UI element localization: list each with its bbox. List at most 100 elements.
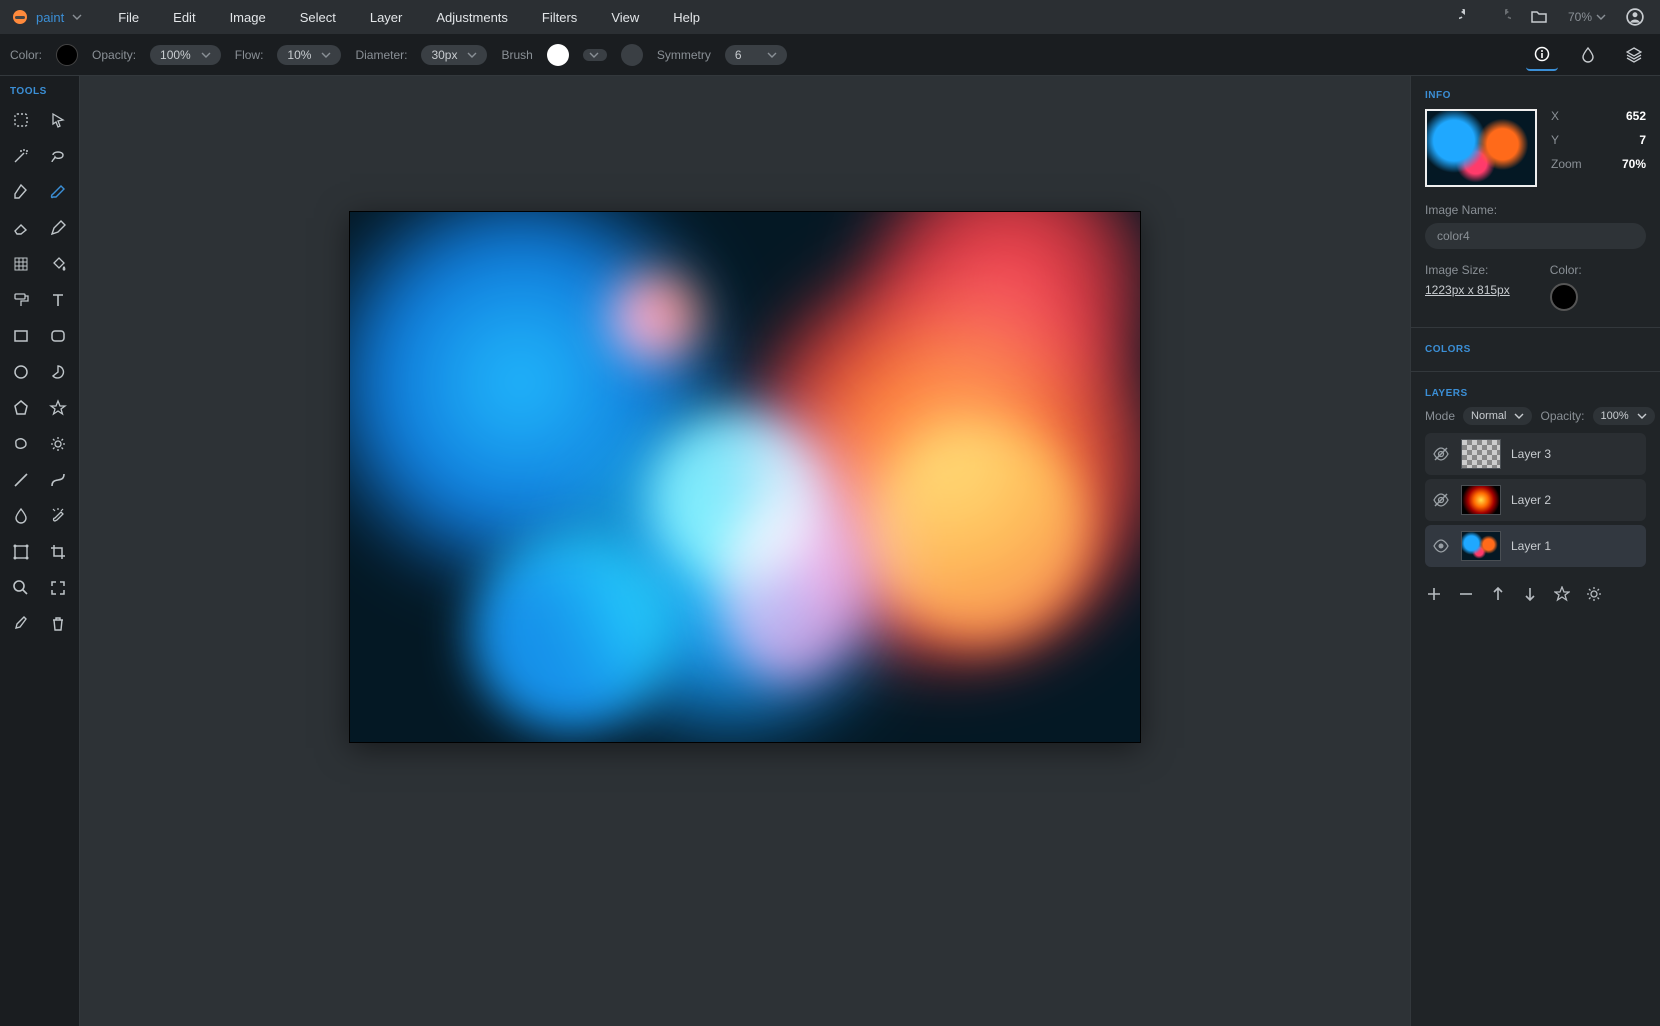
pie-icon	[49, 363, 67, 381]
brush-dropdown[interactable]	[583, 49, 607, 61]
layer-settings-button[interactable]	[1585, 585, 1603, 603]
tool-move[interactable]	[43, 105, 73, 135]
menu-image[interactable]: Image	[216, 6, 280, 29]
layer-visibility-toggle[interactable]	[1433, 446, 1451, 462]
tool-pencil[interactable]	[43, 213, 73, 243]
tools-panel: TOOLS	[0, 76, 80, 1026]
options-bar: Color: Opacity: 100% Flow: 10% Diameter:…	[0, 34, 1660, 76]
image-size-link[interactable]: 1223px x 815px	[1425, 283, 1510, 297]
current-color-swatch[interactable]	[1550, 283, 1578, 311]
tool-pie[interactable]	[43, 357, 73, 387]
menu-filters[interactable]: Filters	[528, 6, 591, 29]
layer-opacity-value: 100%	[1601, 410, 1629, 422]
tool-polygon[interactable]	[6, 393, 36, 423]
opacity-dropdown[interactable]: 100%	[150, 45, 221, 65]
zoom-dropdown[interactable]: 70%	[1560, 8, 1614, 26]
navigator-thumbnail[interactable]	[1425, 109, 1537, 187]
info-x-label: X	[1551, 109, 1622, 123]
tool-pen[interactable]	[6, 177, 36, 207]
tool-fullscreen[interactable]	[43, 573, 73, 603]
opt-symmetry-label: Symmetry	[657, 48, 711, 62]
tool-ellipse[interactable]	[6, 357, 36, 387]
menu-select[interactable]: Select	[286, 6, 350, 29]
layer-opacity-label: Opacity:	[1540, 409, 1584, 423]
app-dropdown-button[interactable]	[72, 14, 82, 20]
tool-blob[interactable]	[6, 429, 36, 459]
layer-thumbnail	[1461, 531, 1501, 561]
info-y-label: Y	[1551, 133, 1622, 147]
layer-row[interactable]: Layer 3	[1425, 433, 1646, 475]
tools-title: TOOLS	[10, 86, 73, 97]
tool-bucket[interactable]	[43, 249, 73, 279]
layer-opacity-dropdown[interactable]: 100%	[1593, 407, 1655, 425]
tool-zoom[interactable]	[6, 573, 36, 603]
tool-eraser[interactable]	[6, 213, 36, 243]
blend-mode-dropdown[interactable]: Normal	[1463, 407, 1532, 425]
redo-button[interactable]	[1488, 2, 1518, 32]
undo-button[interactable]	[1452, 2, 1482, 32]
open-button[interactable]	[1524, 2, 1554, 32]
account-button[interactable]	[1620, 2, 1650, 32]
app-name: paint	[36, 10, 64, 25]
tool-smudge[interactable]	[43, 501, 73, 531]
curve-icon	[49, 471, 67, 489]
panel-info-tab[interactable]	[1526, 39, 1558, 71]
diameter-dropdown[interactable]: 30px	[421, 45, 487, 65]
chevron-down-icon	[589, 52, 599, 58]
canvas-stage[interactable]	[80, 76, 1410, 1026]
panel-color-tab[interactable]	[1572, 39, 1604, 71]
tool-paint-roller[interactable]	[6, 285, 36, 315]
tool-rect-shape[interactable]	[6, 321, 36, 351]
layer-visibility-toggle[interactable]	[1433, 492, 1451, 508]
tool-rounded-rect[interactable]	[43, 321, 73, 351]
symmetry-dropdown[interactable]: 6	[725, 45, 787, 65]
symmetry-value: 6	[735, 48, 742, 62]
chevron-down-icon	[767, 52, 777, 58]
image-name-input[interactable]	[1425, 223, 1646, 249]
foreground-color-swatch[interactable]	[56, 44, 78, 66]
panel-layers-tab[interactable]	[1618, 39, 1650, 71]
menu-edit[interactable]: Edit	[159, 6, 209, 29]
menu-file[interactable]: File	[104, 6, 153, 29]
tool-line[interactable]	[6, 465, 36, 495]
layer-visibility-toggle[interactable]	[1433, 538, 1451, 554]
flow-dropdown[interactable]: 10%	[277, 45, 341, 65]
layer-move-down-button[interactable]	[1521, 585, 1539, 603]
layer-row[interactable]: Layer 2	[1425, 479, 1646, 521]
tool-transform[interactable]	[6, 537, 36, 567]
layer-name: Layer 1	[1511, 539, 1551, 553]
tool-crop[interactable]	[43, 537, 73, 567]
chevron-down-icon	[1514, 413, 1524, 419]
tool-lasso[interactable]	[43, 141, 73, 171]
canvas[interactable]	[350, 212, 1140, 742]
menu-adjustments[interactable]: Adjustments	[422, 6, 522, 29]
chevron-down-icon	[1637, 413, 1647, 419]
tool-curve[interactable]	[43, 465, 73, 495]
blob-icon	[12, 435, 30, 453]
colors-section-title[interactable]: COLORS	[1425, 344, 1646, 355]
tool-trash[interactable]	[43, 609, 73, 639]
tool-pattern[interactable]	[6, 249, 36, 279]
layer-row[interactable]: Layer 1	[1425, 525, 1646, 567]
rect-shape-icon	[12, 327, 30, 345]
brush-preview-swatch[interactable]	[547, 44, 569, 66]
trash-icon	[49, 615, 67, 633]
layer-favorite-button[interactable]	[1553, 585, 1571, 603]
tool-magic-wand[interactable]	[6, 141, 36, 171]
layer-delete-button[interactable]	[1457, 585, 1475, 603]
tool-select-rect[interactable]	[6, 105, 36, 135]
tool-blur[interactable]	[6, 501, 36, 531]
layer-move-up-button[interactable]	[1489, 585, 1507, 603]
tool-brush[interactable]	[43, 177, 73, 207]
layer-add-button[interactable]	[1425, 585, 1443, 603]
tool-gear[interactable]	[43, 429, 73, 459]
menu-view[interactable]: View	[597, 6, 653, 29]
tool-text[interactable]	[43, 285, 73, 315]
opt-diameter-label: Diameter:	[355, 48, 407, 62]
menu-layer[interactable]: Layer	[356, 6, 417, 29]
tool-eyedropper[interactable]	[6, 609, 36, 639]
tool-star[interactable]	[43, 393, 73, 423]
menu-help[interactable]: Help	[659, 6, 714, 29]
star-icon	[49, 399, 67, 417]
blend-mode-value: Normal	[1471, 410, 1506, 422]
